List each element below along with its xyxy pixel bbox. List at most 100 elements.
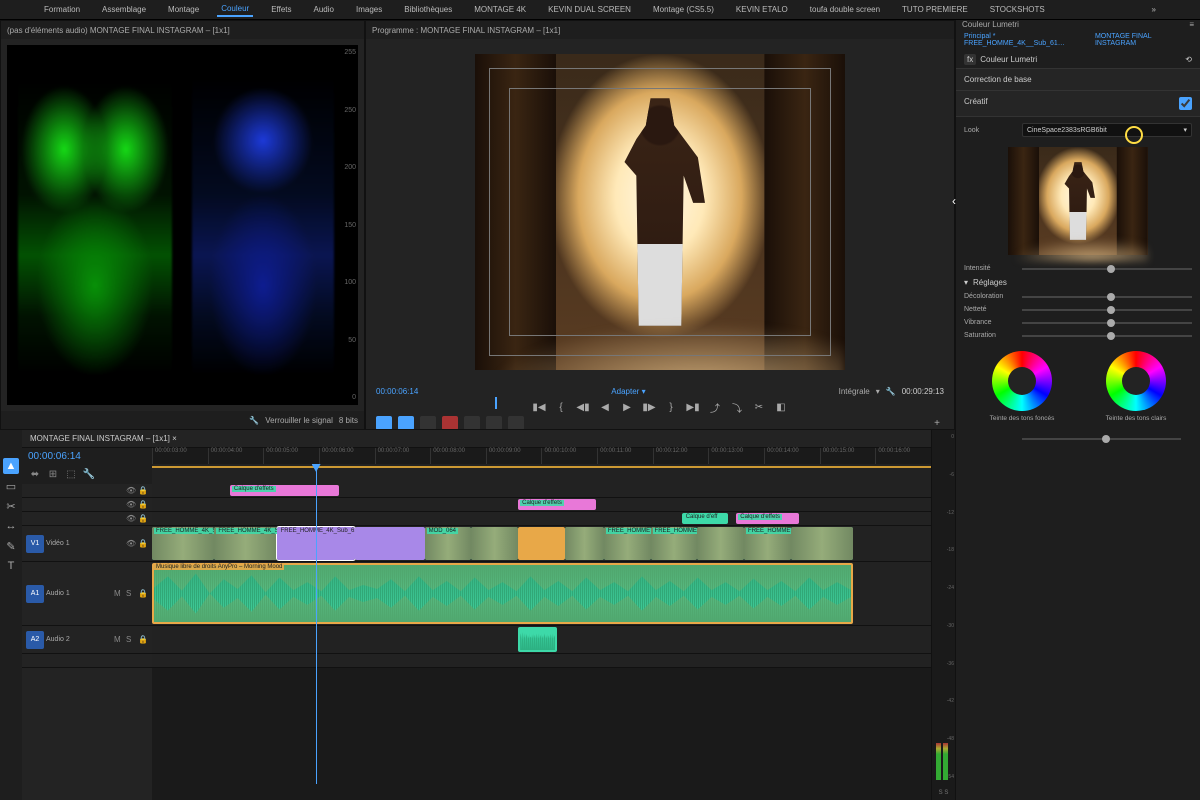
- saturation-slider[interactable]: [1022, 335, 1192, 337]
- sequence-tab[interactable]: MONTAGE FINAL INSTAGRAM – [1x1]: [30, 434, 170, 443]
- timeline-clip[interactable]: FREE_HOMME: [604, 527, 651, 560]
- timeline-clip[interactable]: Calque d'eff: [682, 513, 729, 524]
- pen-tool-icon[interactable]: ✎: [3, 538, 19, 554]
- go-in-icon[interactable]: {: [554, 400, 568, 414]
- track-toggle-icon[interactable]: 🔒: [138, 486, 148, 496]
- timeline-clip[interactable]: FREE_HOMME: [744, 527, 791, 560]
- selection-tool-icon[interactable]: ▲: [3, 458, 19, 474]
- timeline-clip[interactable]: [565, 527, 604, 560]
- fx-badge-icon[interactable]: fx: [964, 54, 976, 65]
- play-icon[interactable]: ▶: [620, 400, 634, 414]
- look-dropdown[interactable]: CineSpace2383sRGB6bit▾: [1022, 123, 1192, 137]
- ws-tab-active[interactable]: Couleur: [217, 2, 253, 17]
- add-button-icon[interactable]: +: [930, 416, 944, 429]
- track-header[interactable]: 👁🔒: [22, 498, 152, 512]
- track-toggle-icon[interactable]: 👁: [126, 500, 136, 510]
- timeline-clip[interactable]: MOD_064: [425, 527, 472, 560]
- mark-out-icon[interactable]: ▶▮: [686, 400, 700, 414]
- ws-tab[interactable]: STOCKSHOTS: [986, 3, 1049, 16]
- wrench-icon[interactable]: 🔧: [249, 416, 259, 425]
- track-header[interactable]: A1Audio 1MS🔒: [22, 562, 152, 626]
- razor-tool-icon[interactable]: ✂: [3, 498, 19, 514]
- sequence-name-label[interactable]: MONTAGE FINAL INSTAGRAM: [1095, 33, 1192, 47]
- timeline-playhead-icon[interactable]: [316, 464, 317, 784]
- track-toggle-icon[interactable]: S: [126, 589, 136, 599]
- track-lane[interactable]: Calque d'effets: [152, 484, 931, 498]
- track-lane[interactable]: Calque d'effets: [152, 498, 931, 512]
- timeline-work-area[interactable]: [152, 464, 931, 484]
- faded-slider[interactable]: [1022, 296, 1192, 298]
- btn-editor-1[interactable]: [376, 416, 392, 429]
- close-tab-icon[interactable]: ×: [172, 434, 177, 443]
- btn-editor-2[interactable]: [398, 416, 414, 429]
- track-toggle-icon[interactable]: S: [126, 635, 136, 645]
- ws-overflow-icon[interactable]: »: [1148, 3, 1160, 16]
- timeline-clip[interactable]: Calque d'effets: [230, 485, 339, 496]
- track-toggle-icon[interactable]: 👁: [126, 539, 136, 549]
- track-toggle-icon[interactable]: M: [114, 589, 124, 599]
- time-ruler[interactable]: 00:00:03:0000:00:04:0000:00:05:0000:00:0…: [152, 448, 931, 464]
- timeline-clip[interactable]: FREE_HOMME_4K_Sub: [152, 527, 214, 560]
- compare-icon[interactable]: ◧: [774, 400, 788, 414]
- program-timecode[interactable]: 00:00:06:14: [376, 387, 418, 396]
- intensity-slider[interactable]: [1022, 268, 1192, 270]
- track-lane[interactable]: Calque d'eff Calque d'effets: [152, 512, 931, 526]
- vibrance-slider[interactable]: [1022, 322, 1192, 324]
- bit-depth-label[interactable]: 8 bits: [339, 416, 358, 425]
- program-video-frame[interactable]: [475, 54, 845, 370]
- ws-tab[interactable]: MONTAGE 4K: [470, 3, 530, 16]
- ws-tab[interactable]: Effets: [267, 3, 295, 16]
- linked-sel-icon[interactable]: ⊞: [46, 467, 60, 481]
- export-frame-icon[interactable]: ✂: [752, 400, 766, 414]
- reset-icon[interactable]: ⟲: [1185, 55, 1192, 64]
- btn-editor-6[interactable]: [486, 416, 502, 429]
- track-lane[interactable]: FREE_HOMME_4K_SubFREE_HOMME_4K_SubFREE_H…: [152, 526, 931, 562]
- btn-editor-3[interactable]: [420, 416, 436, 429]
- ws-tab[interactable]: Formation: [40, 3, 84, 16]
- wrench-icon[interactable]: 🔧: [886, 387, 896, 396]
- track-toggle-icon[interactable]: 👁: [126, 514, 136, 524]
- timeline-timecode[interactable]: 00:00:06:14: [28, 451, 81, 462]
- track-header[interactable]: V1Vidéo 1👁🔒: [22, 526, 152, 562]
- track-toggle-icon[interactable]: 🔒: [138, 500, 148, 510]
- track-lane[interactable]: [152, 654, 931, 668]
- timeline-clip[interactable]: FREE_HOMME: [651, 527, 698, 560]
- timeline-clip[interactable]: [518, 527, 565, 560]
- waveform-display[interactable]: 255250200150100500: [7, 45, 358, 405]
- type-tool-icon[interactable]: T: [3, 558, 19, 574]
- track-header[interactable]: A2Audio 2MS🔒: [22, 626, 152, 654]
- btn-editor-7[interactable]: [508, 416, 524, 429]
- quality-dropdown[interactable]: Intégrale: [839, 387, 870, 396]
- playhead-icon[interactable]: [495, 397, 497, 409]
- track-toggle-icon[interactable]: M: [114, 635, 124, 645]
- section-creative[interactable]: Créatif: [956, 91, 1200, 117]
- track-toggle-icon[interactable]: 🔒: [138, 514, 148, 524]
- ws-tab[interactable]: toufa double screen: [806, 3, 884, 16]
- track-toggle-icon[interactable]: 🔒: [138, 539, 148, 549]
- track-lanes[interactable]: Calque d'effetsCalque d'effetsCalque d'e…: [152, 484, 931, 800]
- track-header[interactable]: 👁🔒: [22, 512, 152, 526]
- track-tag[interactable]: A1: [26, 585, 44, 603]
- ws-tab[interactable]: Montage (CS5.5): [649, 3, 718, 16]
- fit-dropdown[interactable]: Adapter: [611, 387, 639, 396]
- ws-tab[interactable]: Montage: [164, 3, 203, 16]
- timeline-clip[interactable]: [518, 627, 557, 652]
- go-out-icon[interactable]: }: [664, 400, 678, 414]
- shadow-tint-wheel[interactable]: [992, 351, 1052, 411]
- timeline-clip[interactable]: [791, 527, 853, 560]
- step-fwd-icon[interactable]: ▮▶: [642, 400, 656, 414]
- ws-tab[interactable]: Audio: [310, 3, 338, 16]
- timeline-clip[interactable]: [355, 527, 425, 560]
- chevron-down-icon[interactable]: ▾: [876, 387, 880, 396]
- btn-editor-5[interactable]: [464, 416, 480, 429]
- creative-toggle[interactable]: [1179, 97, 1192, 110]
- track-select-tool-icon[interactable]: ▭: [3, 478, 19, 494]
- ws-tab[interactable]: KEVIN DUAL SCREEN: [544, 3, 635, 16]
- track-toggle-icon[interactable]: 🔒: [138, 635, 148, 645]
- timeline-clip[interactable]: Calque d'effets: [736, 513, 798, 524]
- tl-settings-icon[interactable]: 🔧: [82, 467, 96, 481]
- snap-icon[interactable]: ⬌: [28, 467, 42, 481]
- extract-icon[interactable]: ⤵: [730, 400, 744, 414]
- step-back-icon[interactable]: ◀▮: [576, 400, 590, 414]
- ws-tab[interactable]: Images: [352, 3, 386, 16]
